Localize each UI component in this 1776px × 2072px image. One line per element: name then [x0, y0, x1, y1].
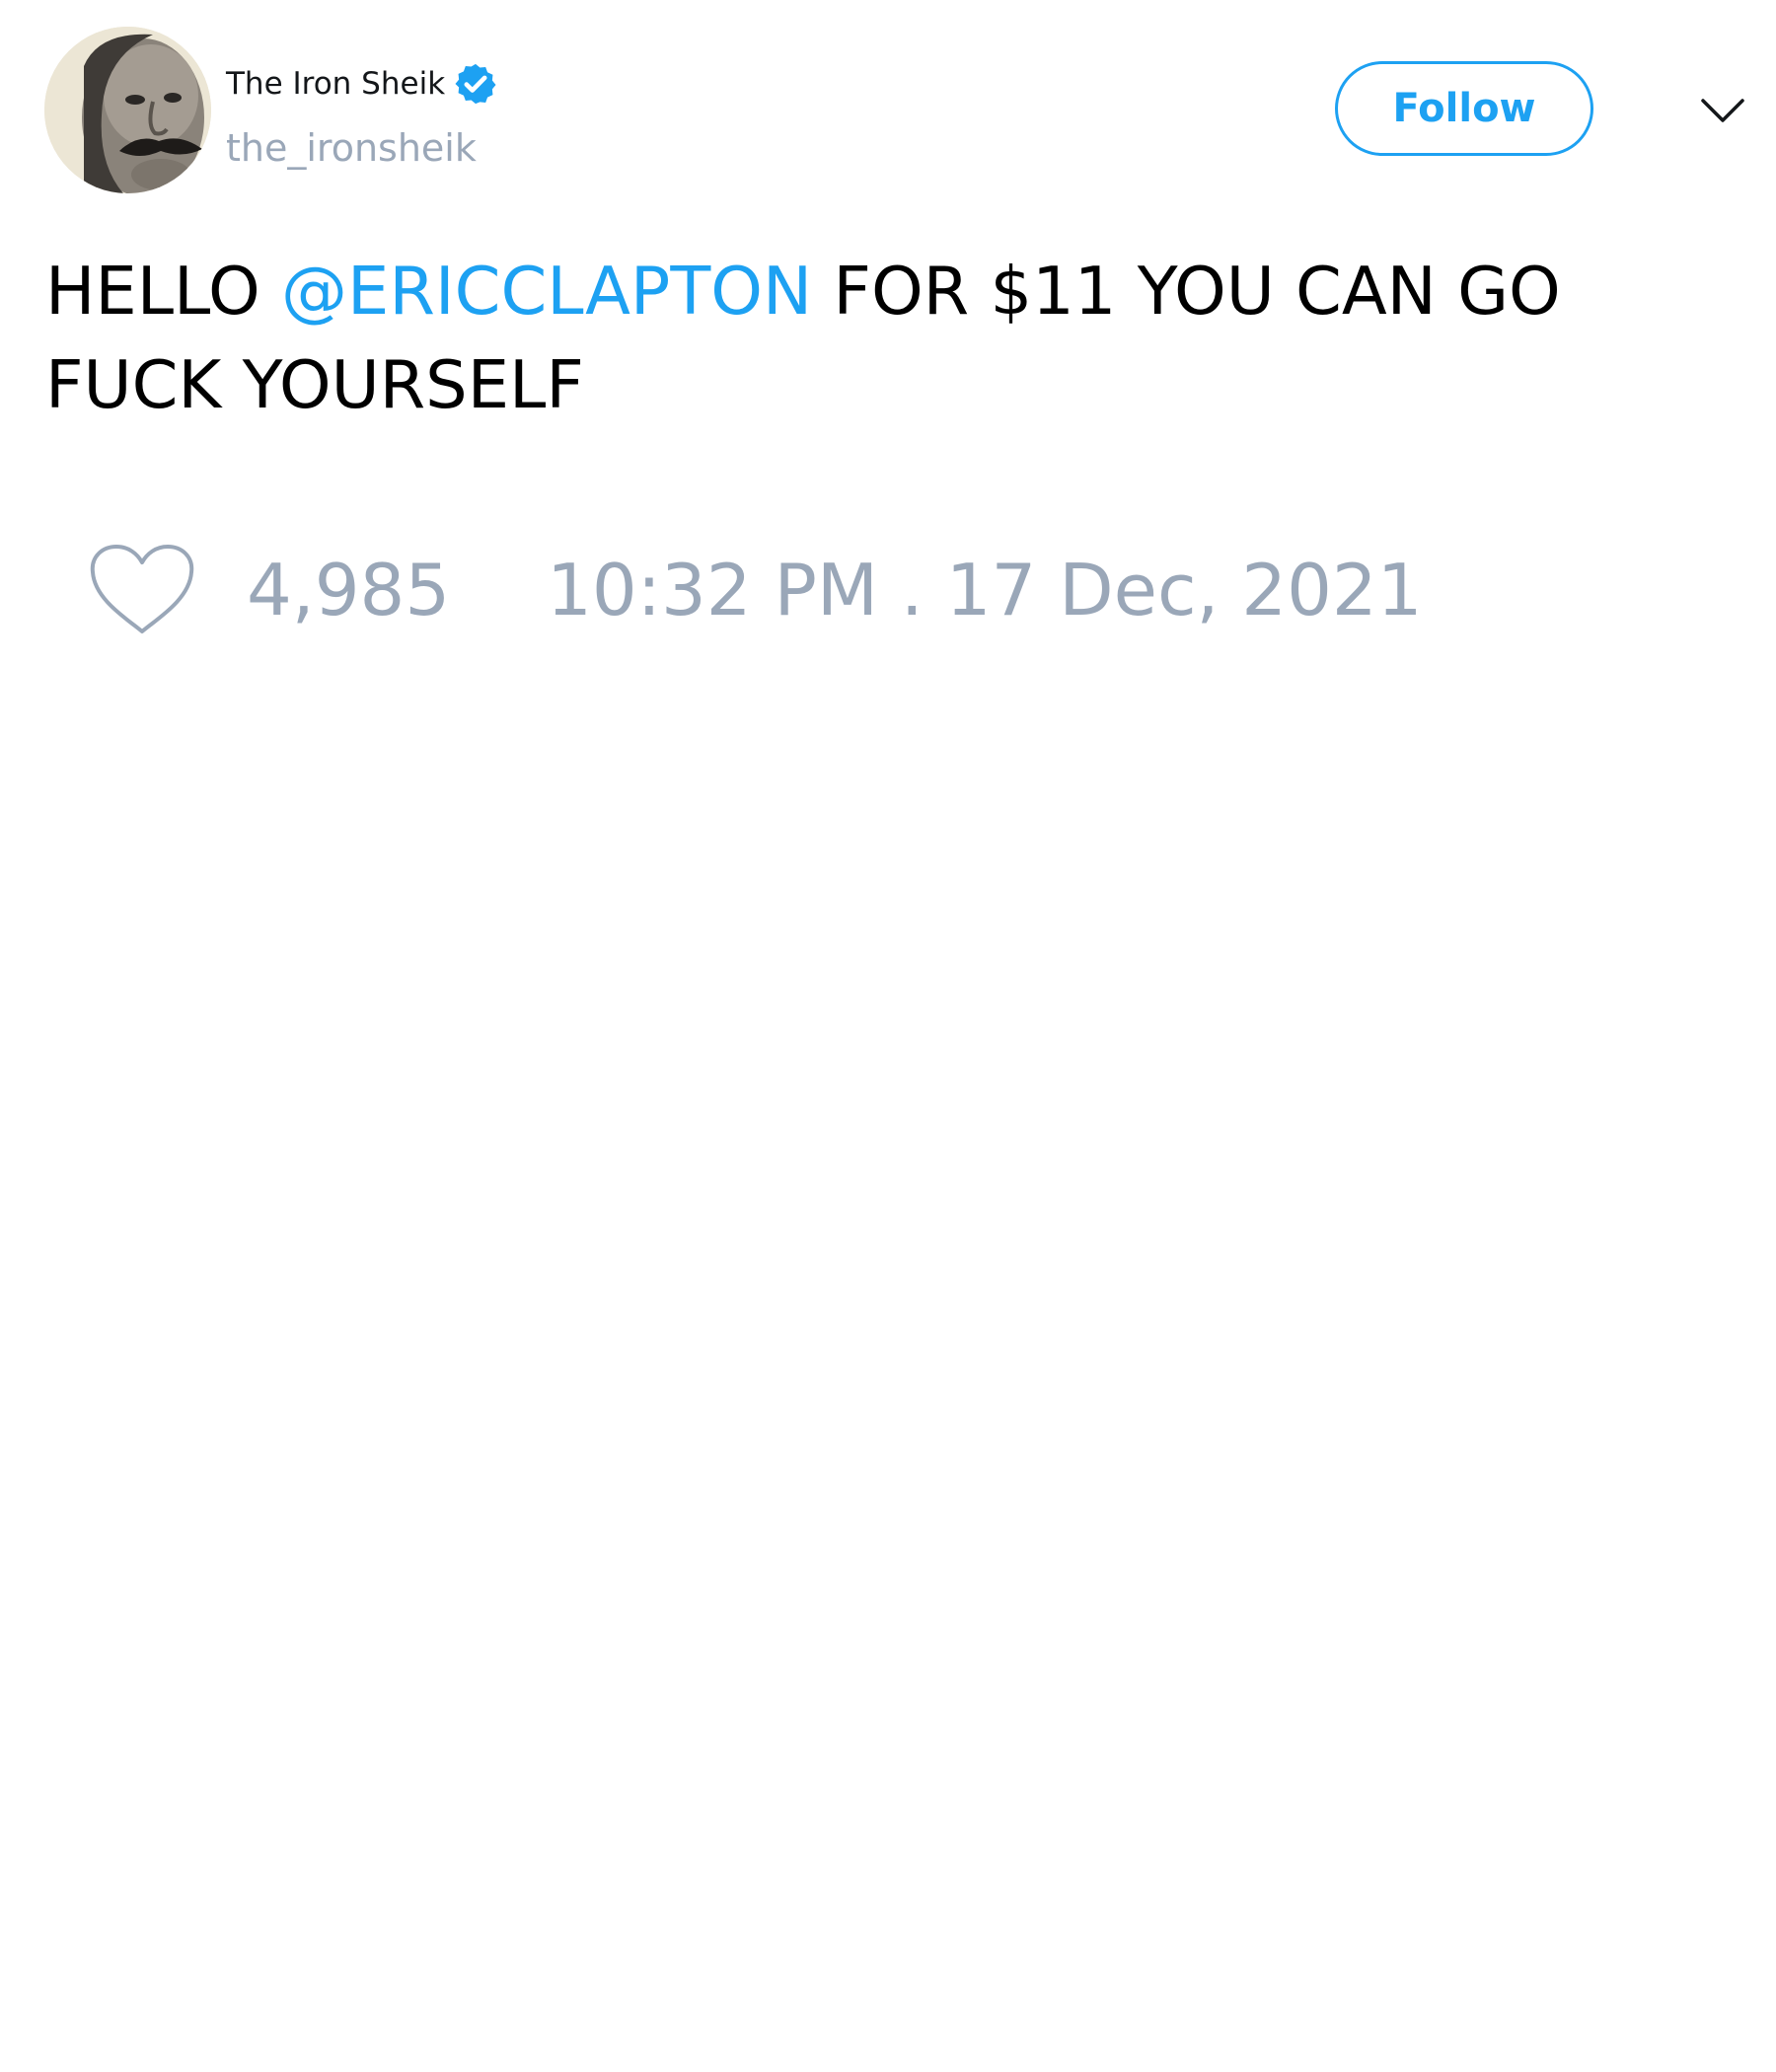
- avatar-photo: [44, 27, 211, 193]
- timestamp[interactable]: 10:32 PM . 17 Dec, 2021: [547, 549, 1422, 631]
- handle[interactable]: the_ironsheik: [226, 126, 477, 170]
- display-name[interactable]: The Iron Sheik: [226, 66, 445, 102]
- heart-icon[interactable]: [89, 543, 195, 637]
- follow-button[interactable]: Follow: [1335, 61, 1593, 156]
- like-count: 4,985: [247, 549, 451, 631]
- tweet-card: The Iron Sheik the_ironsheik Follow HELL…: [0, 0, 1776, 2072]
- tweet-text: HELLO @ERICCLAPTON FOR $11 YOU CAN GO FU…: [45, 245, 1723, 432]
- mention-link[interactable]: @ERICCLAPTON: [281, 253, 812, 330]
- verified-badge-icon: [453, 61, 498, 107]
- avatar[interactable]: [44, 27, 211, 193]
- tweet-text-before: HELLO: [45, 253, 282, 330]
- chevron-down-icon[interactable]: [1699, 91, 1746, 130]
- tweet-meta: 4,985 10:32 PM . 17 Dec, 2021: [89, 541, 1423, 639]
- author-name-row: The Iron Sheik: [226, 59, 498, 109]
